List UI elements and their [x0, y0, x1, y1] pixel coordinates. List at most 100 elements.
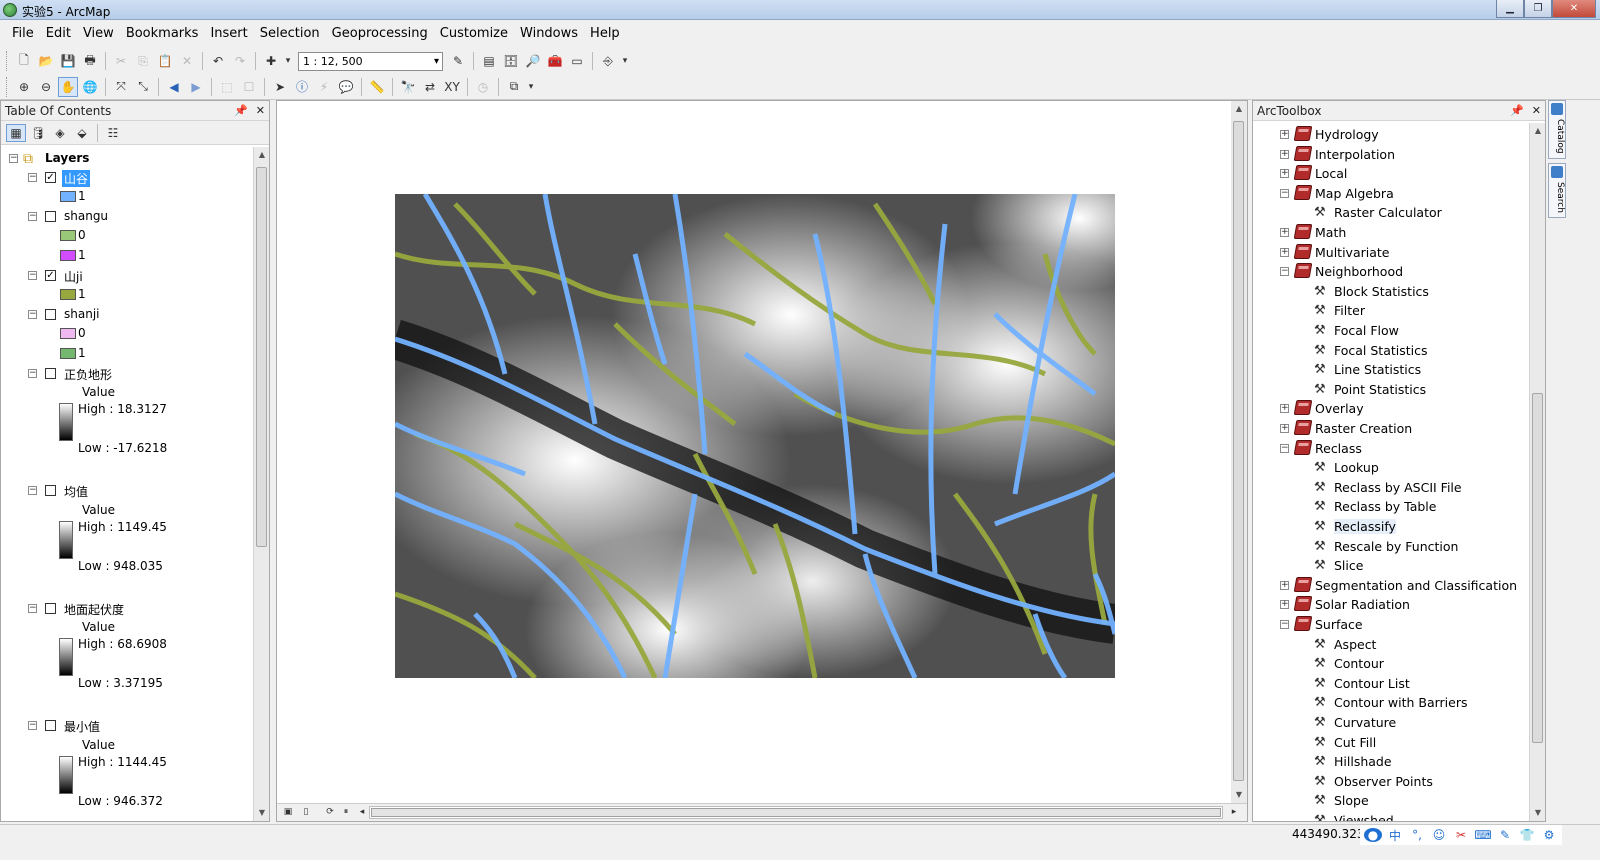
forward-extent-icon[interactable]: ▶	[186, 77, 206, 97]
tool-item[interactable]: ⚒ Block Statistics	[1253, 282, 1529, 301]
toolset-item[interactable]: + Local	[1253, 164, 1529, 183]
toolset-item[interactable]: + Solar Radiation	[1253, 595, 1529, 614]
tool-item[interactable]: ⚒ Observer Points	[1253, 772, 1529, 791]
scroll-right-icon[interactable]: ▸	[1226, 804, 1242, 820]
minimize-button[interactable]: ▁	[1496, 0, 1524, 18]
toolbar-grip[interactable]	[6, 51, 9, 71]
menu-file[interactable]: File	[6, 22, 40, 46]
layer-row[interactable]: − 最小值	[1, 716, 253, 735]
map-scale-dropdown[interactable]: 1 : 12, 500	[298, 51, 443, 71]
toc-vertical-scrollbar[interactable]: ▲ ▼	[253, 147, 269, 821]
ime-emoji-icon[interactable]: ☺	[1430, 828, 1448, 842]
list-by-selection-icon[interactable]: ⬙	[72, 124, 92, 142]
layer-name[interactable]: 山谷	[62, 170, 91, 187]
catalog-tab[interactable]: Catalog	[1548, 100, 1566, 159]
toc-close-icon[interactable]: ✕	[256, 101, 265, 121]
arctoolbox-icon[interactable]: 🧰	[545, 51, 565, 71]
toolset-item[interactable]: + Overlay	[1253, 399, 1529, 418]
map-horizontal-scrollbar[interactable]: ▣ ▯ ⟳ ⏸ ◂ ▸	[277, 803, 1247, 821]
refresh-view-icon[interactable]: ⟳	[322, 804, 338, 820]
toolset-item[interactable]: + Hydrology	[1253, 125, 1529, 144]
select-elements-icon[interactable]: ➤	[270, 77, 290, 97]
search-tab[interactable]: Search	[1548, 162, 1566, 218]
collapse-icon[interactable]: −	[28, 310, 37, 319]
ime-chinese-mode[interactable]: 中	[1386, 827, 1404, 844]
menu-bookmarks[interactable]: Bookmarks	[120, 22, 205, 46]
layer-name[interactable]: 地面起伏度	[64, 601, 124, 618]
list-by-visibility-icon[interactable]: ◈	[50, 124, 70, 142]
menu-insert[interactable]: Insert	[204, 22, 253, 46]
toolset-item[interactable]: − Reclass	[1253, 439, 1529, 458]
menu-customize[interactable]: Customize	[434, 22, 514, 46]
legend-swatch[interactable]	[60, 289, 76, 300]
tool-item[interactable]: ⚒ Reclass by ASCII File	[1253, 478, 1529, 497]
editor-toolbar-icon[interactable]: ✎	[448, 51, 468, 71]
ime-keyboard-icon[interactable]: ⌨	[1474, 828, 1492, 842]
stretch-color-ramp[interactable]	[59, 756, 73, 794]
tool-item[interactable]: ⚒ Raster Calculator	[1253, 203, 1529, 222]
search-window-icon[interactable]: 🔎	[523, 51, 543, 71]
toc-options-icon[interactable]: ☷	[103, 124, 123, 142]
scroll-thumb[interactable]	[256, 167, 267, 547]
toolset-item[interactable]: − Surface	[1253, 615, 1529, 634]
tool-item[interactable]: ⚒ Focal Statistics	[1253, 341, 1529, 360]
collapse-icon[interactable]: −	[1280, 620, 1289, 629]
tool-item[interactable]: ⚒ Cut Fill	[1253, 733, 1529, 752]
arctoolbox-close-icon[interactable]: ✕	[1532, 101, 1541, 121]
collapse-icon[interactable]: −	[28, 721, 37, 730]
collapse-icon[interactable]: −	[1280, 267, 1289, 277]
menu-edit[interactable]: Edit	[40, 22, 77, 46]
tool-item[interactable]: ⚒ Slice	[1253, 556, 1529, 575]
layer-visibility-checkbox[interactable]	[45, 211, 56, 222]
expand-icon[interactable]: +	[1280, 580, 1289, 590]
layer-row[interactable]: − ✓ 山ji	[1, 266, 253, 285]
select-features-icon[interactable]: ⬚	[217, 77, 237, 97]
raster-map-image[interactable]	[395, 194, 1115, 678]
model-builder-icon[interactable]: ⎆	[598, 51, 618, 71]
menu-view[interactable]: View	[77, 22, 120, 46]
layer-row[interactable]: − ✓ 山谷	[1, 168, 253, 187]
pause-drawing-icon[interactable]: ⏸	[338, 804, 354, 820]
map-vertical-scrollbar[interactable]: ▲ ▼	[1231, 101, 1247, 803]
menu-geoprocessing[interactable]: Geoprocessing	[326, 22, 434, 46]
stretch-color-ramp[interactable]	[59, 403, 73, 441]
delete-icon[interactable]: ✕	[177, 51, 197, 71]
layer-visibility-checkbox[interactable]: ✓	[45, 270, 56, 281]
layer-name[interactable]: shangu	[64, 209, 108, 223]
undo-icon[interactable]: ↶	[208, 51, 228, 71]
scroll-up-icon[interactable]: ▲	[1530, 123, 1546, 139]
layer-visibility-checkbox[interactable]	[45, 368, 56, 379]
toolset-item[interactable]: − Neighborhood	[1253, 262, 1529, 281]
find-route-icon[interactable]: ⇄	[420, 77, 440, 97]
tool-item[interactable]: ⚒ Viewshed	[1253, 811, 1529, 821]
expand-icon[interactable]: +	[1280, 169, 1289, 179]
expand-icon[interactable]: +	[1280, 424, 1289, 433]
layer-row[interactable]: − 均值	[1, 481, 253, 500]
collapse-icon[interactable]: −	[28, 212, 37, 221]
layer-name[interactable]: 山ji	[64, 268, 83, 285]
print-icon[interactable]: 🖶	[80, 51, 100, 71]
layer-visibility-checkbox[interactable]	[45, 603, 56, 614]
expand-icon[interactable]: +	[1280, 600, 1289, 610]
scroll-up-icon[interactable]: ▲	[1231, 101, 1247, 117]
data-view-icon[interactable]: ▣	[280, 804, 296, 820]
collapse-icon[interactable]: −	[28, 604, 37, 613]
layer-row[interactable]: − shangu	[1, 207, 253, 226]
ime-settings-icon[interactable]: ⚙	[1540, 828, 1558, 842]
redo-icon[interactable]: ↷	[230, 51, 250, 71]
full-extent-icon[interactable]: 🌐	[80, 77, 100, 97]
legend-swatch[interactable]	[60, 191, 76, 202]
clear-selection-icon[interactable]: ☐	[239, 77, 259, 97]
add-data-icon[interactable]: ✚	[261, 51, 281, 71]
maximize-button[interactable]: ❐	[1524, 0, 1552, 18]
layer-name[interactable]: 均值	[64, 483, 88, 500]
layer-row[interactable]: − 地面起伏度	[1, 599, 253, 618]
zoom-in-icon[interactable]: ⊕	[14, 77, 34, 97]
fixed-zoom-in-icon[interactable]: ⤧	[111, 77, 131, 97]
ime-logo-icon[interactable]: ●	[1364, 828, 1382, 842]
tool-item[interactable]: ⚒ Filter	[1253, 301, 1529, 320]
toolset-item[interactable]: − Map Algebra	[1253, 184, 1529, 203]
legend-swatch[interactable]	[60, 328, 76, 339]
layer-visibility-checkbox[interactable]	[45, 720, 56, 731]
toolbar-grip-2[interactable]	[6, 76, 9, 97]
